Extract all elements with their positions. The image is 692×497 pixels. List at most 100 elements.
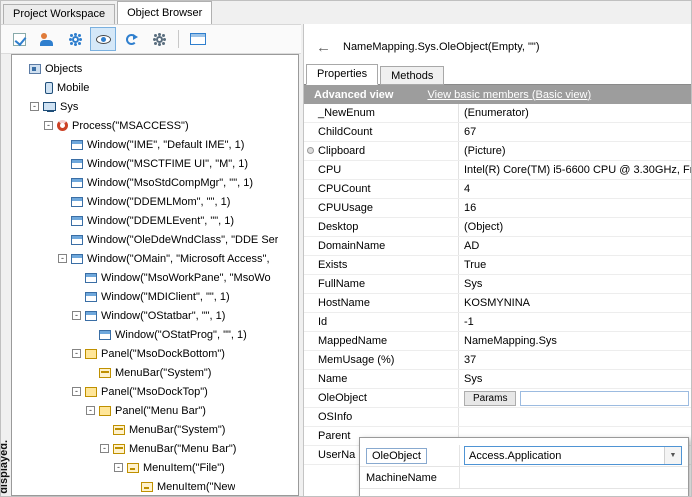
tree-item-label: Panel("Menu Bar") <box>115 405 206 417</box>
param-value-combobox[interactable]: Access.Application▼ <box>464 446 682 465</box>
tree-item[interactable]: MenuBar("System") <box>12 363 298 382</box>
map-objects-icon <box>40 33 55 46</box>
tree-item[interactable]: - MenuBar("Menu Bar") <box>12 439 298 458</box>
property-row[interactable]: MappedNameNameMapping.Sys <box>304 332 691 351</box>
tree-item[interactable]: Window("OStatProg", "", 1) <box>12 325 298 344</box>
tree-item[interactable]: -Window("OMain", "Microsoft Access", <box>12 249 298 268</box>
expander-icon[interactable]: - <box>86 406 95 415</box>
property-row[interactable]: NameSys <box>304 370 691 389</box>
property-value: Sys <box>459 275 691 293</box>
property-value: 16 <box>459 199 691 217</box>
property-value: 67 <box>459 123 691 141</box>
expander-icon[interactable]: - <box>30 102 39 111</box>
property-value-text: 16 <box>464 202 476 214</box>
tree-item[interactable]: Window("DDEMLEvent", "", 1) <box>12 211 298 230</box>
refresh-button[interactable] <box>118 27 144 51</box>
property-name: FullName <box>304 275 459 293</box>
docked-panel-caption[interactable]: displayed. <box>0 440 10 494</box>
panel-icon <box>85 387 97 397</box>
property-row[interactable]: CPUIntel(R) Core(TM) i5-6600 CPU @ 3.30G… <box>304 161 691 180</box>
popup-row[interactable]: OleObject Access.Application▼ <box>360 445 688 467</box>
tree-item-label: MenuBar("Menu Bar") <box>129 443 236 455</box>
tree-item[interactable]: -Window("OStatbar", "", 1) <box>12 306 298 325</box>
property-row[interactable]: OleObjectParams <box>304 389 691 408</box>
property-value: True <box>459 256 691 274</box>
basic-view-link[interactable]: View basic members (Basic view) <box>427 89 591 101</box>
property-row[interactable]: OSInfo <box>304 408 691 427</box>
tree-item[interactable]: -MenuItem("File") <box>12 458 298 477</box>
property-value-text: Sys <box>464 373 482 385</box>
tree-item[interactable]: Mobile <box>12 78 298 97</box>
tree-item[interactable]: MenuBar("System") <box>12 420 298 439</box>
property-row[interactable]: HostNameKOSMYNINA <box>304 294 691 313</box>
property-name: Clipboard <box>304 142 459 160</box>
property-row[interactable]: CPUCount4 <box>304 180 691 199</box>
window-icon <box>71 235 83 245</box>
expander-icon[interactable]: - <box>72 349 81 358</box>
tree-item[interactable]: Window("DDEMLMom", "", 1) <box>12 192 298 211</box>
object-title: NameMapping.Sys.OleObject(Empty, "") <box>343 41 540 53</box>
tree-item[interactable]: Window("MsoWorkPane", "MsoWo <box>12 268 298 287</box>
tree-item[interactable]: Window("IME", "Default IME", 1) <box>12 135 298 154</box>
property-value-text: Sys <box>464 278 482 290</box>
popup-row[interactable]: MachineName <box>360 467 688 489</box>
menuitem-icon <box>141 482 153 492</box>
tree-item[interactable]: Objects <box>12 59 298 78</box>
params-button[interactable]: Params <box>464 391 516 406</box>
property-value: NameMapping.Sys <box>459 332 691 350</box>
tree-item[interactable]: -Panel("MsoDockTop") <box>12 382 298 401</box>
oleobject-params-popup: OleObject Access.Application▼MachineName <box>359 437 689 497</box>
tree-item[interactable]: Window("OleDdeWndClass", "DDE Ser <box>12 230 298 249</box>
tab-object-browser[interactable]: Object Browser <box>117 1 212 24</box>
show-panel-icon <box>190 33 206 45</box>
expander-icon[interactable]: - <box>100 444 109 453</box>
property-row[interactable]: ChildCount67 <box>304 123 691 142</box>
tree-item[interactable]: MenuItem("New <box>12 477 298 496</box>
tools-gear-icon <box>156 36 163 43</box>
inline-editor-field[interactable] <box>520 391 689 406</box>
property-name: _NewEnum <box>304 104 459 122</box>
settings-gear-button[interactable] <box>62 27 88 51</box>
tab-properties[interactable]: Properties <box>306 64 378 85</box>
tree-item[interactable]: Window("MSCTFIME UI", "M", 1) <box>12 154 298 173</box>
property-row[interactable]: Clipboard(Picture) <box>304 142 691 161</box>
expander-icon[interactable]: - <box>72 311 81 320</box>
expander-icon[interactable]: - <box>44 121 53 130</box>
property-row[interactable]: Id-1 <box>304 313 691 332</box>
tree-item-label: Objects <box>45 63 82 75</box>
show-panel-button[interactable] <box>185 27 211 51</box>
expander-icon[interactable]: - <box>114 463 123 472</box>
object-browser-toolbar <box>1 24 301 54</box>
map-objects-button[interactable] <box>34 27 60 51</box>
tree-item[interactable]: - Panel("Menu Bar") <box>12 401 298 420</box>
property-row[interactable]: MemUsage (%)37 <box>304 351 691 370</box>
property-name: Exists <box>304 256 459 274</box>
tree-item[interactable]: -Sys <box>12 97 298 116</box>
workspace-tabbar: Project WorkspaceObject Browser <box>1 1 691 24</box>
expander-icon[interactable]: - <box>72 387 81 396</box>
tools-gear-button[interactable] <box>146 27 172 51</box>
property-row[interactable]: Desktop(Object) <box>304 218 691 237</box>
checklist-button[interactable] <box>6 27 32 51</box>
popup-param-name: MachineName <box>360 467 460 488</box>
highlight-eye-button[interactable] <box>90 27 116 51</box>
tab-project-workspace[interactable]: Project Workspace <box>3 4 115 24</box>
property-row[interactable]: _NewEnum(Enumerator) <box>304 104 691 123</box>
popup-param-label: OleObject <box>366 448 427 464</box>
property-row[interactable]: FullName Sys <box>304 275 691 294</box>
property-row[interactable]: CPUUsage 16 <box>304 199 691 218</box>
tree-item[interactable]: -Process("MSACCESS") <box>12 116 298 135</box>
tree-item[interactable]: - Panel("MsoDockBottom") <box>12 344 298 363</box>
tree-item-label: Panel("MsoDockBottom") <box>101 348 225 360</box>
property-name: OSInfo <box>304 408 459 426</box>
property-row[interactable]: DomainNameAD <box>304 237 691 256</box>
tree-item[interactable]: Window("MsoStdCompMgr", "", 1) <box>12 173 298 192</box>
tree-item[interactable]: Window("MDIClient", "", 1) <box>12 287 298 306</box>
property-row[interactable]: ExistsTrue <box>304 256 691 275</box>
back-icon[interactable]: ← <box>316 39 331 56</box>
expander-icon[interactable]: - <box>58 254 67 263</box>
chevron-down-icon[interactable]: ▼ <box>664 447 681 464</box>
property-value <box>459 408 691 426</box>
property-name: CPUUsage <box>304 199 459 217</box>
tab-methods[interactable]: Methods <box>380 66 444 85</box>
